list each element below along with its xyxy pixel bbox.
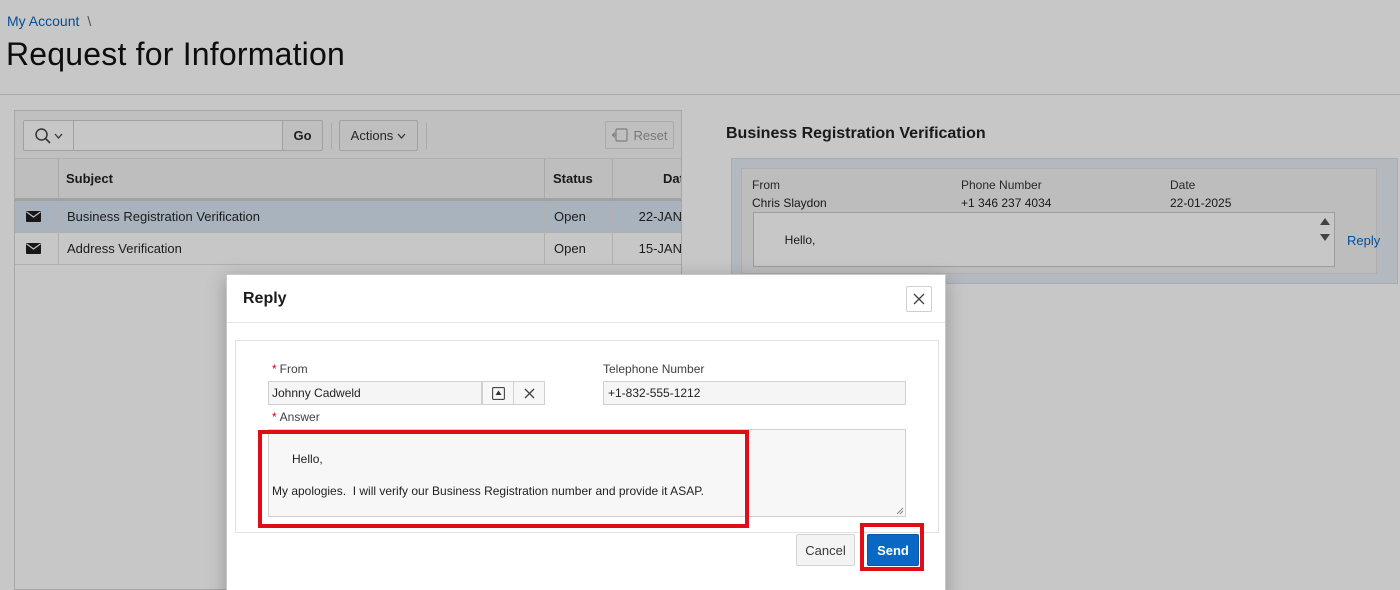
from-lov-button[interactable]: [482, 381, 514, 405]
dialog-title: Reply: [243, 290, 287, 307]
close-icon: [913, 293, 925, 305]
send-highlight-box: [860, 523, 924, 571]
resize-grip-icon[interactable]: [896, 507, 904, 515]
clear-icon: [524, 388, 534, 398]
dialog-close-button[interactable]: [906, 286, 932, 312]
dialog-header: Reply: [227, 275, 945, 323]
required-marker: *: [272, 362, 277, 376]
from-clear-button[interactable]: [514, 381, 545, 405]
from-field-label: * From: [272, 362, 308, 376]
answer-field-label-text: Answer: [279, 410, 320, 424]
answer-field-label: * Answer: [272, 410, 320, 424]
popup-lov-icon: [491, 386, 505, 400]
telephone-field-label: Telephone Number: [603, 362, 705, 376]
from-field[interactable]: Johnny Cadweld: [268, 381, 482, 405]
telephone-field[interactable]: +1-832-555-1212: [603, 381, 906, 405]
cancel-button[interactable]: Cancel: [796, 534, 855, 566]
required-marker: *: [272, 410, 277, 424]
from-field-label-text: From: [279, 362, 308, 376]
answer-highlight-box: [258, 430, 749, 528]
